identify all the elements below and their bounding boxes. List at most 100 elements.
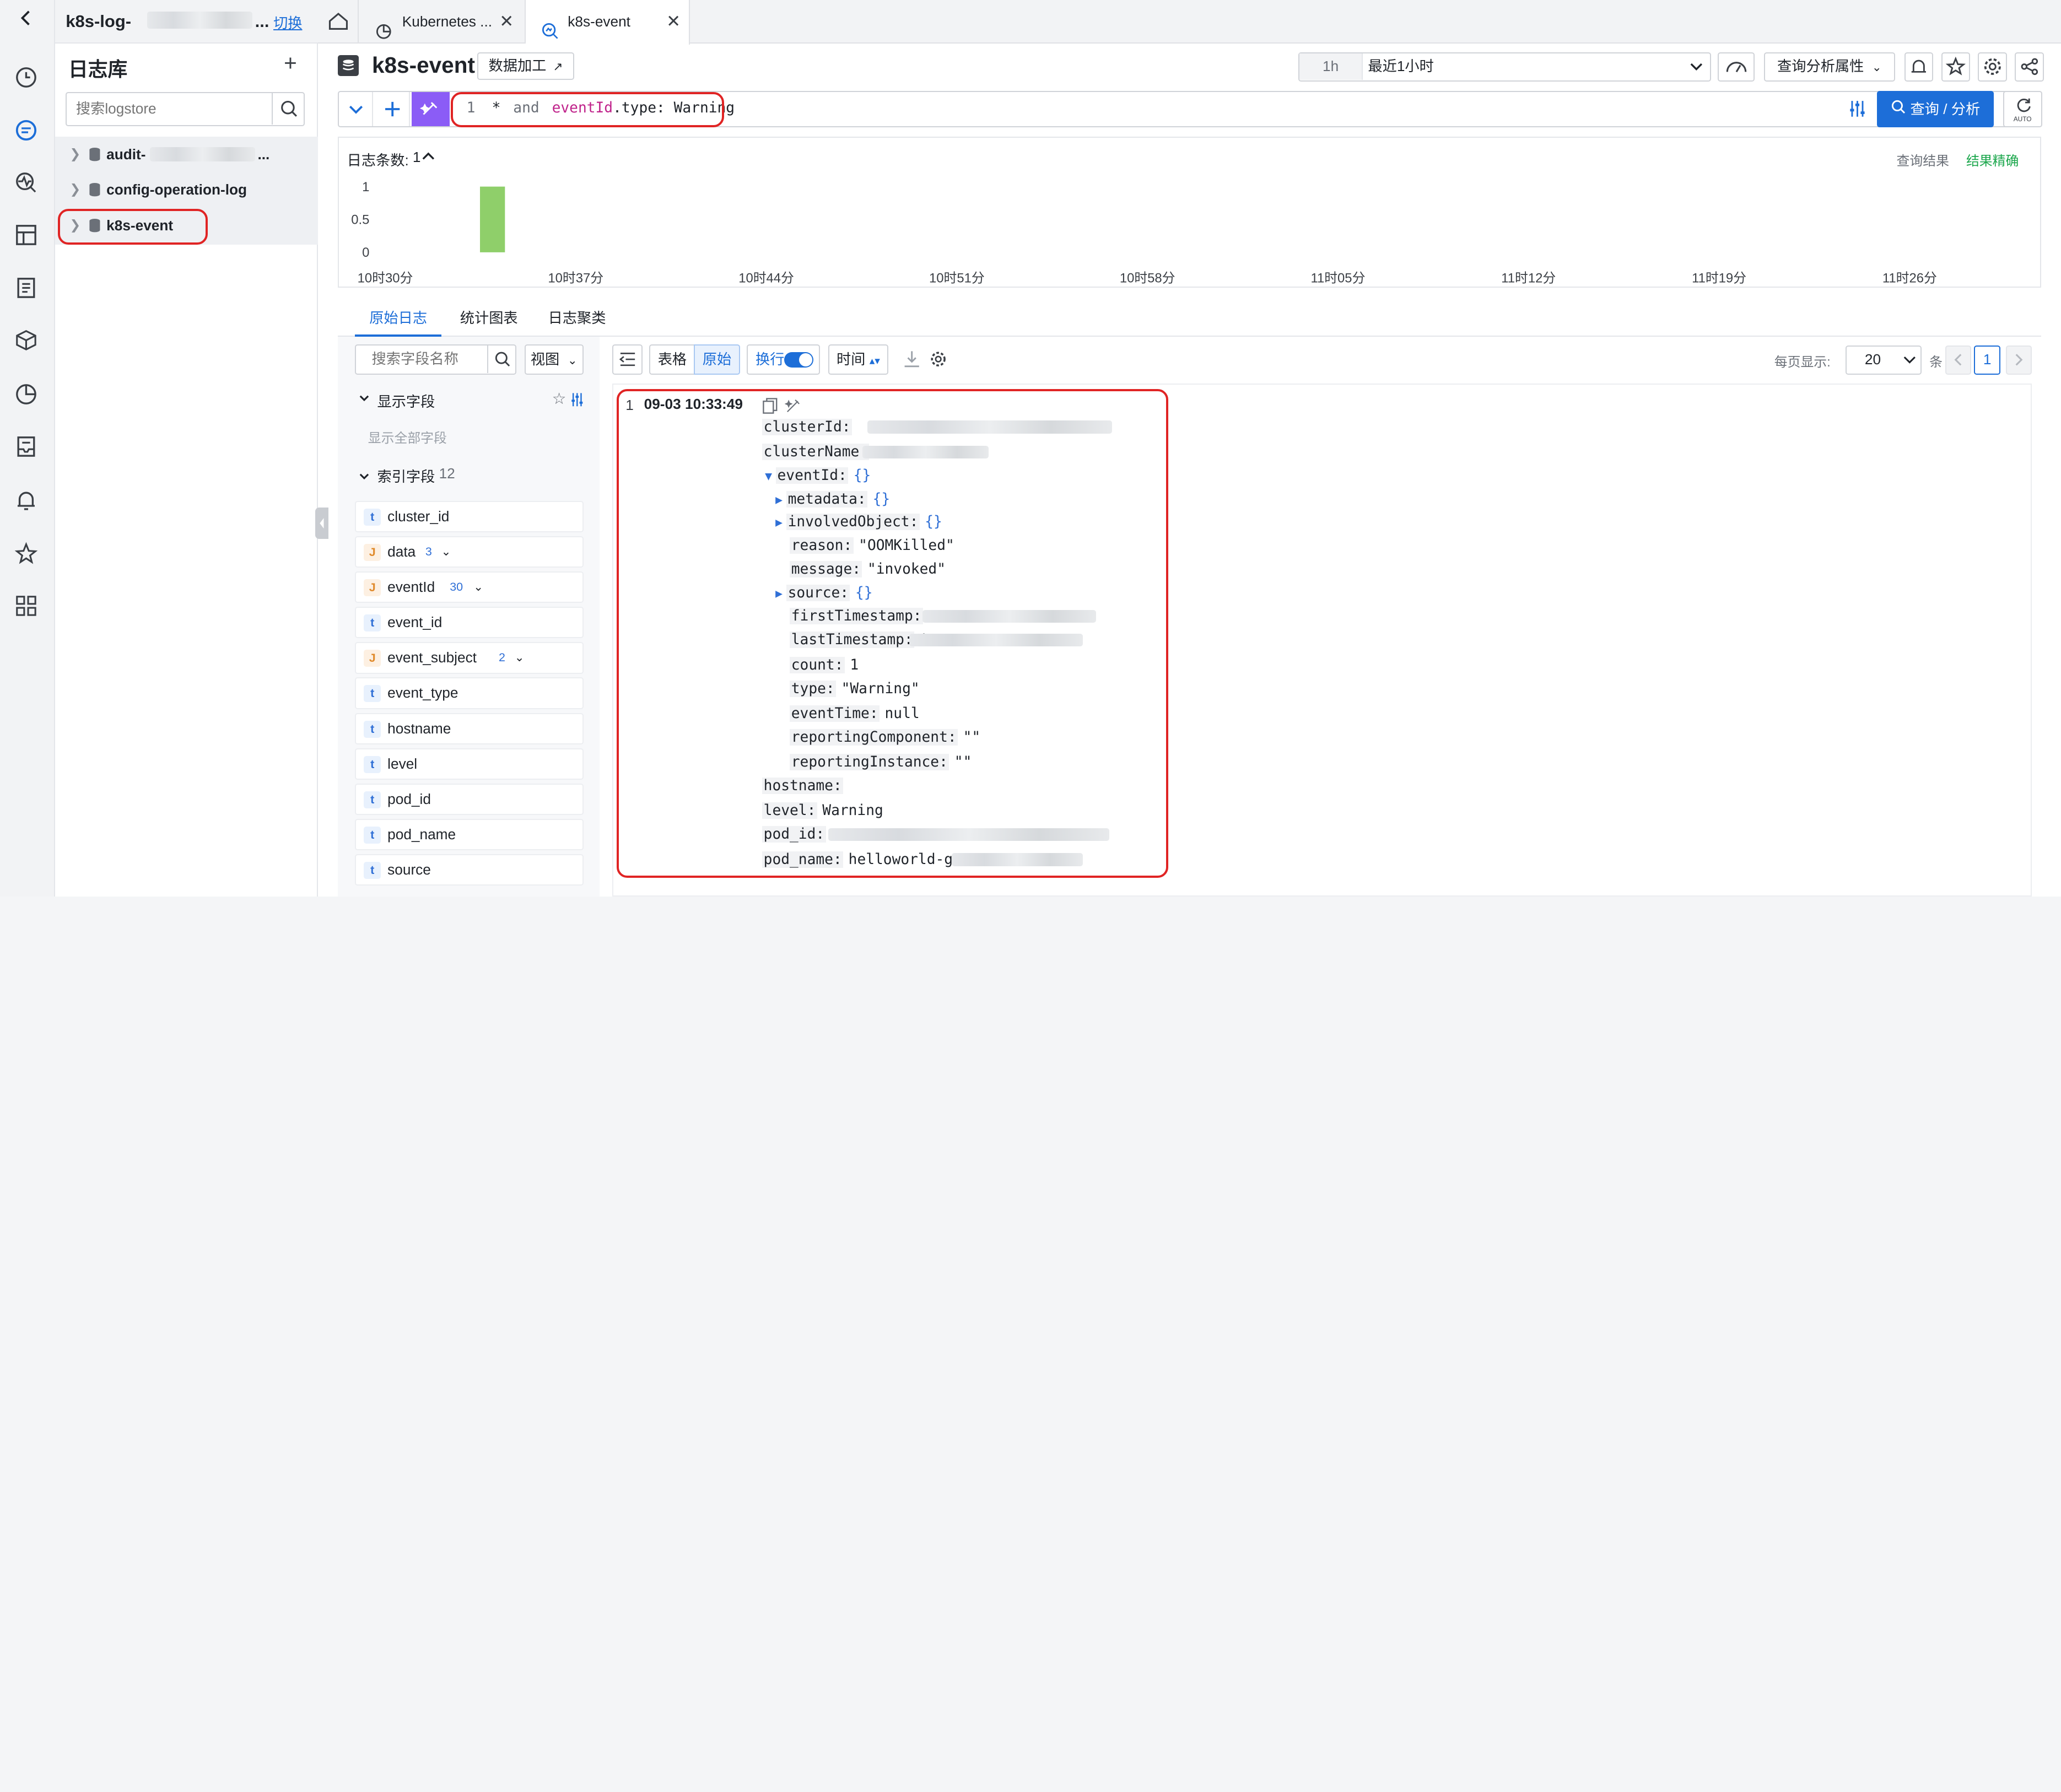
logstore-search-input[interactable] xyxy=(67,93,269,125)
download-icon[interactable] xyxy=(903,349,921,374)
tab-log-clustering[interactable]: 日志聚类 xyxy=(544,297,609,337)
logstore-icon xyxy=(337,55,359,77)
clock-icon[interactable] xyxy=(13,66,40,92)
monitor-search-icon[interactable] xyxy=(13,171,40,197)
log-search-icon[interactable] xyxy=(13,118,40,145)
close-icon[interactable]: ✕ xyxy=(499,0,514,44)
chevron-left-icon[interactable] xyxy=(13,8,40,34)
sliders-icon[interactable] xyxy=(569,389,585,413)
view-dropdown[interactable]: 视图 ⌄ xyxy=(524,344,584,375)
text-type-icon: t xyxy=(364,827,381,844)
home-tab[interactable] xyxy=(318,0,359,44)
refresh-gauge-button[interactable] xyxy=(1718,52,1755,82)
alert-bell-button[interactable] xyxy=(1904,52,1934,82)
field-item-hostname[interactable]: t hostname xyxy=(354,713,584,744)
tab-kubernetes[interactable]: Kubernetes ... ✕ xyxy=(359,0,526,44)
icon-rail xyxy=(0,0,56,897)
chevron-down-icon[interactable]: ⌄ xyxy=(473,573,483,601)
close-icon[interactable]: ✕ xyxy=(666,0,681,44)
collapse-handle[interactable] xyxy=(315,507,329,539)
time-sort-button[interactable]: 时间 ▴▾ xyxy=(828,344,889,375)
x-tick-label: 10时44分 xyxy=(738,271,794,286)
field-item-cluster-id[interactable]: t cluster_id xyxy=(354,500,584,532)
field-name: level xyxy=(387,755,418,772)
query-options-icon[interactable] xyxy=(1846,97,1869,121)
page-number[interactable]: 1 xyxy=(1974,346,2000,375)
field-item-event-subject[interactable]: Jevent_subject 2 ⌄ xyxy=(354,642,584,674)
field-search-input[interactable] xyxy=(355,345,488,373)
field-item-eventId[interactable]: JeventId 30 ⌄ xyxy=(354,571,584,603)
data-process-button[interactable]: 数据加工 ↗ xyxy=(477,52,575,80)
share-button[interactable] xyxy=(2015,52,2044,82)
inbox-icon[interactable] xyxy=(13,435,40,461)
highlight-k8s-event xyxy=(57,209,208,245)
favorite-star-button[interactable] xyxy=(1941,52,1971,82)
query-props-button[interactable]: 查询分析属性 ⌄ xyxy=(1763,52,1896,82)
star-icon[interactable] xyxy=(13,542,40,568)
json-type-icon: J xyxy=(364,579,381,596)
history-dropdown-button[interactable] xyxy=(339,91,374,126)
x-tick-label: 11时05分 xyxy=(1310,271,1365,286)
tab-statistics-chart[interactable]: 统计图表 xyxy=(456,297,522,337)
apps-grid-icon[interactable] xyxy=(13,594,40,620)
auto-refresh-button[interactable]: AUTO xyxy=(2003,90,2043,128)
chevron-down-icon[interactable]: ⌄ xyxy=(441,537,451,566)
project-name-redacted xyxy=(147,12,252,29)
field-name: event_id xyxy=(387,614,443,631)
chevron-down-icon[interactable]: ⌄ xyxy=(515,643,525,672)
raw-view-button[interactable]: 原始 xyxy=(694,344,740,375)
field-item-pod-id[interactable]: t pod_id xyxy=(354,783,584,816)
per-page-select[interactable]: 20 xyxy=(1845,346,1922,375)
text-type-icon: t xyxy=(364,755,381,773)
cube-icon[interactable] xyxy=(13,328,40,355)
chevron-down-icon[interactable] xyxy=(358,465,371,489)
gear-icon[interactable] xyxy=(929,349,947,374)
settings-gear-button[interactable] xyxy=(1978,52,2007,82)
tab-raw-logs[interactable]: 原始日志 xyxy=(354,297,442,337)
next-page-button[interactable] xyxy=(2005,346,2032,375)
collapse-fields-button[interactable] xyxy=(612,344,643,375)
log-count-value: 1 xyxy=(412,148,421,165)
chevron-right-icon[interactable]: ❯ xyxy=(69,137,80,172)
report-icon[interactable] xyxy=(13,276,40,303)
x-tick-label: 10时30分 xyxy=(358,271,413,286)
prev-page-button[interactable] xyxy=(1945,346,1972,375)
logstore-item-audit[interactable]: ❯ audit- ... xyxy=(55,137,318,172)
toggle-switch[interactable] xyxy=(784,352,813,368)
dashboard-icon[interactable] xyxy=(13,223,40,250)
field-name: data xyxy=(387,543,416,560)
query-result-label: 查询结果 xyxy=(1896,153,1949,169)
add-condition-button[interactable] xyxy=(375,91,411,126)
chevron-down-icon[interactable] xyxy=(358,390,371,409)
logstore-item-config-operation-log[interactable]: ❯ config-operation-log xyxy=(55,172,318,207)
field-item-source[interactable]: t source xyxy=(354,854,584,886)
highlight-log-entry xyxy=(616,388,1169,878)
project-title: k8s-log- xyxy=(66,12,132,31)
field-item-event-type[interactable]: t event_type xyxy=(354,677,584,709)
search-analyze-button[interactable]: 查询 / 分析 xyxy=(1876,90,1994,128)
field-item-level[interactable]: t level xyxy=(354,748,584,780)
time-range-picker[interactable]: 1h 最近1小时 xyxy=(1298,52,1712,82)
star-outline-icon[interactable]: ☆ xyxy=(552,389,566,408)
histogram-bar[interactable] xyxy=(479,186,505,252)
pie-chart-icon[interactable] xyxy=(13,382,40,409)
search-icon[interactable] xyxy=(272,93,305,125)
highlight-query xyxy=(451,91,725,128)
chevron-right-icon[interactable]: ❯ xyxy=(69,172,80,207)
tab-k8s-event[interactable]: k8s-event ✕ xyxy=(525,0,690,45)
json-type-icon: J xyxy=(364,650,381,667)
field-count: 30 xyxy=(450,580,463,593)
bell-icon[interactable] xyxy=(13,489,40,515)
table-view-button[interactable]: 表格 xyxy=(649,344,695,375)
switch-project-link[interactable]: 切换 xyxy=(273,12,302,33)
add-logstore-button[interactable]: + xyxy=(284,50,297,76)
field-item-event-id[interactable]: t event_id xyxy=(354,607,584,639)
field-item-pod-name[interactable]: t pod_name xyxy=(354,819,584,851)
field-item-data[interactable]: Jdata 3 ⌄ xyxy=(354,536,584,568)
wrap-toggle[interactable]: 换行 xyxy=(746,344,821,375)
chevron-up-icon[interactable] xyxy=(420,147,436,169)
ai-assistant-button[interactable] xyxy=(411,91,450,126)
y-tick-label: 1 xyxy=(362,180,369,195)
x-tick-label: 11时19分 xyxy=(1692,271,1746,286)
search-icon[interactable] xyxy=(487,345,516,373)
